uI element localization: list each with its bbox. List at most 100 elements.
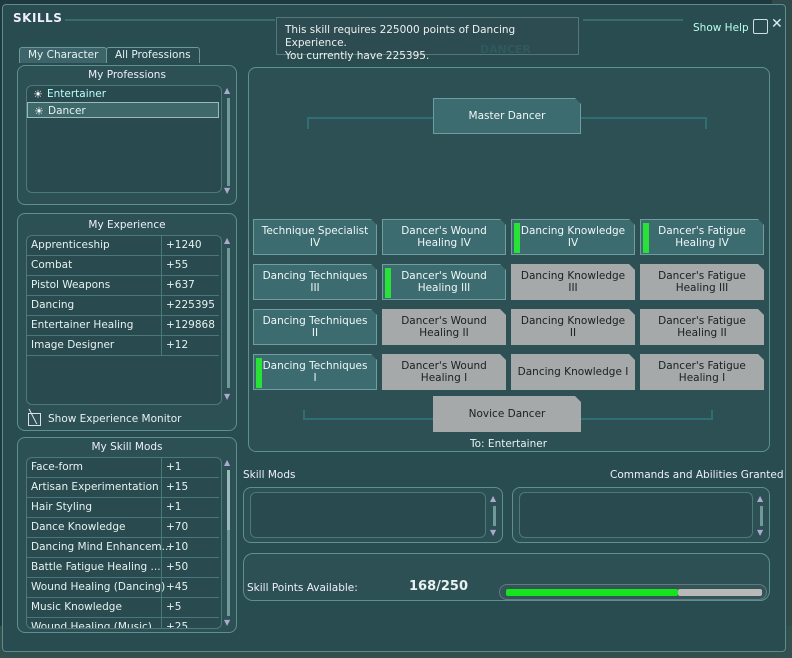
scroll-track[interactable] — [493, 506, 496, 526]
skill-box-label: Dancer's Wound Healing II — [401, 315, 487, 339]
skill-box[interactable]: Dancer's Wound Healing II — [382, 309, 506, 345]
skill-mod-name: Music Knowledge — [31, 601, 122, 613]
column-divider — [161, 336, 162, 356]
skill-mod-value: +15 — [166, 481, 189, 493]
scroll-track[interactable] — [227, 98, 230, 186]
experience-scrollbar[interactable]: ▲ ▼ — [224, 236, 234, 404]
profession-label: Entertainer — [47, 88, 107, 100]
professions-scrollbar[interactable]: ▲ ▼ — [224, 86, 234, 198]
skill-box[interactable]: Dancing Knowledge II — [511, 309, 635, 345]
column-divider — [161, 236, 162, 256]
show-help-link[interactable]: Show Help — [693, 22, 749, 34]
window-title: SKILLS — [13, 11, 63, 25]
skill-box[interactable]: Dancer's Fatigue Healing I — [640, 354, 764, 390]
skill-box[interactable]: Dancer's Fatigue Healing IV — [640, 219, 764, 255]
skill-box-label: Dancer's Wound Healing I — [401, 360, 487, 384]
skill-box[interactable]: Dancing Knowledge I — [511, 354, 635, 390]
close-icon[interactable]: ✕ — [771, 16, 783, 32]
scroll-track[interactable] — [760, 506, 763, 526]
skill-box-label: Dancer's Fatigue Healing II — [658, 315, 746, 339]
tree-connector — [705, 117, 707, 129]
skill-mods-scrollbar[interactable]: ▲ ▼ — [224, 458, 234, 630]
skill-box[interactable]: Dancing Knowledge III — [511, 264, 635, 300]
skill-box-label: Dancer's Fatigue Healing III — [658, 270, 746, 294]
tree-connector — [711, 410, 713, 420]
scroll-up-icon[interactable]: ▲ — [224, 236, 230, 245]
skill-box-label: Technique Specialist IV — [261, 225, 369, 249]
skill-box[interactable]: Dancing Techniques III — [253, 264, 377, 300]
skill-box-master[interactable]: Master Dancer — [433, 98, 581, 134]
column-divider — [161, 518, 162, 538]
scroll-track[interactable] — [227, 530, 230, 616]
skill-box-label: Dancing Knowledge I — [517, 366, 629, 378]
skill-box[interactable]: Dancer's Wound Healing I — [382, 354, 506, 390]
scroll-down-icon[interactable]: ▼ — [224, 392, 230, 401]
skill-box[interactable]: Technique Specialist IV — [253, 219, 377, 255]
experience-row[interactable]: Entertainer Healing +129868 — [27, 316, 219, 336]
experience-monitor-label: Show Experience Monitor — [48, 413, 182, 425]
skill-box[interactable]: Dancer's Wound Healing III — [382, 264, 506, 300]
scroll-up-icon[interactable]: ▲ — [224, 458, 230, 467]
skill-box[interactable]: Dancing Techniques II — [253, 309, 377, 345]
skill-box-novice[interactable]: Novice Dancer — [433, 396, 581, 432]
skill-progress-bar — [385, 268, 391, 298]
column-divider — [161, 618, 162, 628]
tab-all-professions[interactable]: All Professions — [106, 47, 200, 63]
skill-box[interactable]: Dancing Techniques I — [253, 354, 377, 390]
scroll-track[interactable] — [227, 248, 230, 388]
experience-row[interactable]: Dancing +225395 — [27, 296, 219, 316]
tab-my-character[interactable]: My Character — [19, 47, 108, 63]
column-divider — [161, 558, 162, 578]
profession-item-entertainer[interactable]: ☀ Entertainer — [27, 86, 219, 102]
experience-row[interactable]: Apprenticeship +1240 — [27, 236, 219, 256]
skill-mod-name: Wound Healing (Music) — [31, 621, 152, 629]
skill-mod-row[interactable]: Dance Knowledge +70 — [27, 518, 219, 538]
column-divider — [161, 276, 162, 296]
help-toggle-icon[interactable] — [753, 19, 768, 34]
skill-box[interactable]: Dancer's Fatigue Healing II — [640, 309, 764, 345]
skill-box[interactable]: Dancing Knowledge IV — [511, 219, 635, 255]
skill-mod-row[interactable]: Hair Styling +1 — [27, 498, 219, 518]
skill-mod-row[interactable]: Wound Healing (Dancing) +45 — [27, 578, 219, 598]
skill-progress-bar — [514, 223, 520, 253]
experience-list: Apprenticeship +1240 Combat +55 Pistol Weapo… — [26, 235, 222, 405]
experience-value: +12 — [166, 339, 189, 351]
skill-mod-value: +5 — [166, 601, 182, 613]
experience-row[interactable]: Image Designer +12 — [27, 336, 219, 356]
skill-mod-value: +70 — [166, 521, 189, 533]
scroll-down-icon[interactable]: ▼ — [224, 186, 230, 195]
skill-mods-box-scrollbar[interactable]: ▲ ▼ — [490, 494, 500, 538]
skill-mod-row[interactable]: Wound Healing (Music) +25 — [27, 618, 219, 629]
skill-tree-panel: Master Dancer Novice Dancer To: Entertai… — [248, 67, 770, 452]
column-divider — [161, 256, 162, 276]
profession-item-dancer[interactable]: ☀ Dancer — [27, 102, 219, 118]
skill-mod-row[interactable]: Dancing Mind Enhancem... +10 — [27, 538, 219, 558]
skill-mod-row[interactable]: Battle Fatigue Healing ... +50 — [27, 558, 219, 578]
commands-box-scrollbar[interactable]: ▲ ▼ — [757, 494, 767, 538]
scroll-up-icon[interactable]: ▲ — [757, 494, 763, 503]
skill-points-bar — [499, 584, 767, 600]
experience-row[interactable]: Pistol Weapons +637 — [27, 276, 219, 296]
skill-box-label: Dancing Knowledge II — [520, 315, 626, 339]
professions-panel: My Professions ☀ Entertainer ☀ Dancer ▲ … — [17, 65, 237, 205]
skill-mod-row[interactable]: Artisan Experimentation +15 — [27, 478, 219, 498]
scroll-down-icon[interactable]: ▼ — [490, 528, 496, 537]
scroll-up-icon[interactable]: ▲ — [490, 494, 496, 503]
scroll-down-icon[interactable]: ▼ — [224, 618, 230, 627]
scroll-thumb[interactable] — [227, 470, 230, 530]
skill-box-label: Dancer's Fatigue Healing IV — [658, 225, 746, 249]
skill-box[interactable]: Dancer's Fatigue Healing III — [640, 264, 764, 300]
skill-box[interactable]: Dancer's Wound Healing IV — [382, 219, 506, 255]
skill-mod-name: Dancing Mind Enhancem... — [31, 541, 172, 553]
skill-mods-box-list — [250, 492, 486, 538]
title-divider — [65, 19, 275, 21]
scroll-up-icon[interactable]: ▲ — [224, 86, 230, 95]
column-divider — [161, 458, 162, 478]
skill-mod-row[interactable]: Music Knowledge +5 — [27, 598, 219, 618]
experience-monitor-checkbox[interactable] — [28, 410, 41, 426]
skill-box-label: Dancing Techniques III — [262, 270, 368, 294]
scroll-down-icon[interactable]: ▼ — [757, 528, 763, 537]
skill-mod-row[interactable]: Face-form +1 — [27, 458, 219, 478]
skill-box-label: Master Dancer — [468, 110, 546, 122]
experience-row[interactable]: Combat +55 — [27, 256, 219, 276]
